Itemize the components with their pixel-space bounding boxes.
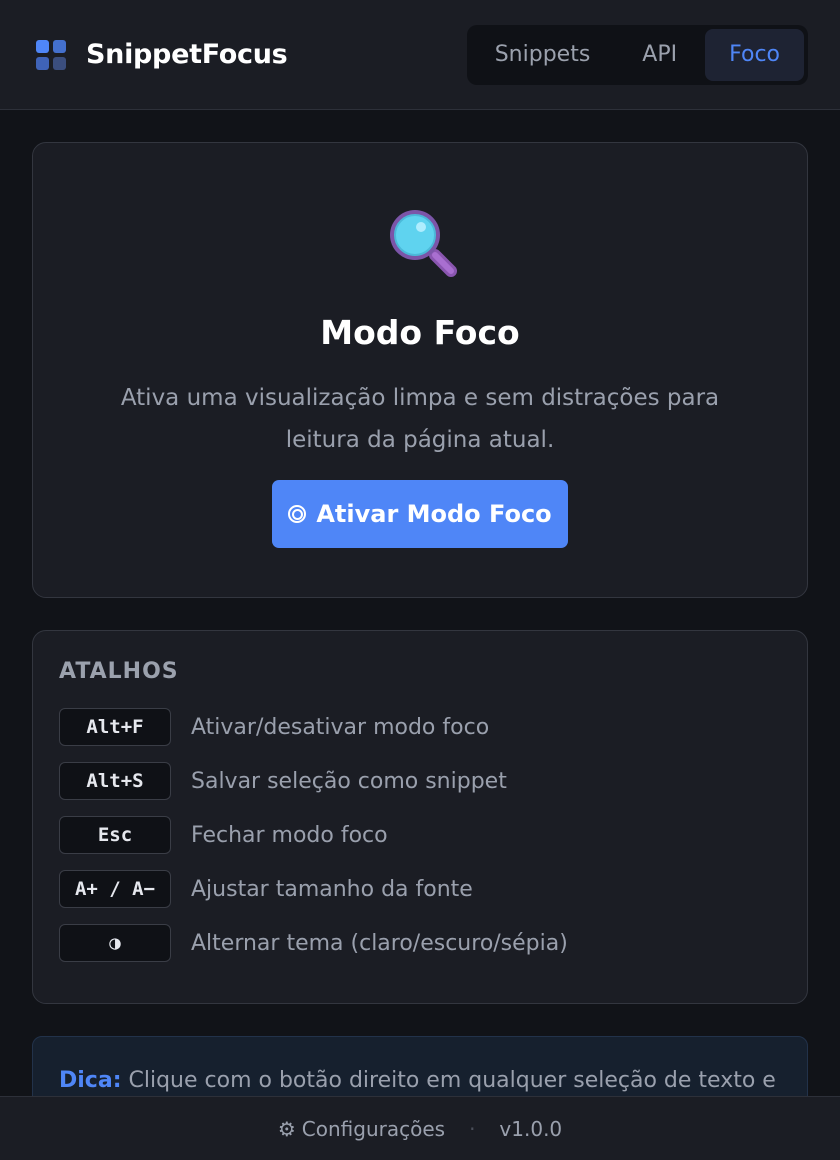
- magnifying-glass-icon: [390, 210, 457, 277]
- activate-focus-label: Ativar Modo Foco: [316, 500, 552, 528]
- focus-title: Modo Foco: [320, 313, 520, 352]
- shortcut-row: Esc Fechar modo foco: [59, 816, 781, 854]
- shortcuts-heading: ATALHOS: [59, 659, 179, 684]
- app-window: SnippetFocus Snippets API Foco Modo Foco…: [0, 0, 840, 1160]
- tip-label: Dica:: [59, 1068, 122, 1093]
- focus-description: Ativa uma visualização limpa e sem distr…: [120, 385, 720, 453]
- shortcut-description: Salvar seleção como snippet: [191, 768, 507, 794]
- shortcut-key: A+ / A−: [59, 870, 171, 908]
- focus-mode-card: Modo Foco Ativa uma visualização limpa e…: [32, 142, 808, 598]
- tab-foco[interactable]: Foco: [705, 28, 804, 81]
- shortcut-row: ◑ Alternar tema (claro/escuro/sépia): [59, 924, 781, 962]
- brand: SnippetFocus: [36, 39, 288, 70]
- theme-toggle-key-icon: ◑: [59, 924, 171, 962]
- activate-focus-button[interactable]: Ativar Modo Foco: [272, 480, 568, 548]
- shortcut-key: Alt+S: [59, 762, 171, 800]
- shortcut-row: A+ / A− Ajustar tamanho da fonte: [59, 870, 781, 908]
- shortcuts-card: ATALHOS Alt+F Ativar/desativar modo foco…: [32, 630, 808, 1004]
- shortcut-description: Ativar/desativar modo foco: [191, 714, 490, 740]
- shortcut-description: Fechar modo foco: [191, 822, 388, 848]
- brand-name: SnippetFocus: [86, 39, 288, 70]
- footer-separator: ·: [469, 1116, 476, 1141]
- settings-link[interactable]: ⚙ Configurações: [278, 1117, 445, 1141]
- shortcut-row: Alt+F Ativar/desativar modo foco: [59, 708, 781, 746]
- tab-bar: Snippets API Foco: [466, 24, 808, 85]
- gear-icon: ⚙: [277, 1116, 296, 1141]
- shortcut-description: Alternar tema (claro/escuro/sépia): [191, 930, 568, 956]
- version-label: v1.0.0: [499, 1116, 563, 1141]
- header: SnippetFocus Snippets API Foco: [0, 0, 840, 110]
- tab-snippets[interactable]: Snippets: [471, 29, 615, 81]
- tip-text: Clique com o botão direito em qualquer s…: [128, 1068, 776, 1093]
- shortcut-description: Ajustar tamanho da fonte: [191, 876, 473, 902]
- shortcut-row: Alt+S Salvar seleção como snippet: [59, 762, 781, 800]
- shortcut-key: Esc: [59, 816, 171, 854]
- target-icon: [288, 505, 307, 523]
- grid-logo-icon: [36, 39, 66, 70]
- footer: ⚙ Configurações · v1.0.0: [0, 1096, 840, 1160]
- settings-label: Configurações: [301, 1116, 446, 1141]
- shortcut-key: Alt+F: [59, 708, 171, 746]
- tab-api[interactable]: API: [618, 29, 701, 81]
